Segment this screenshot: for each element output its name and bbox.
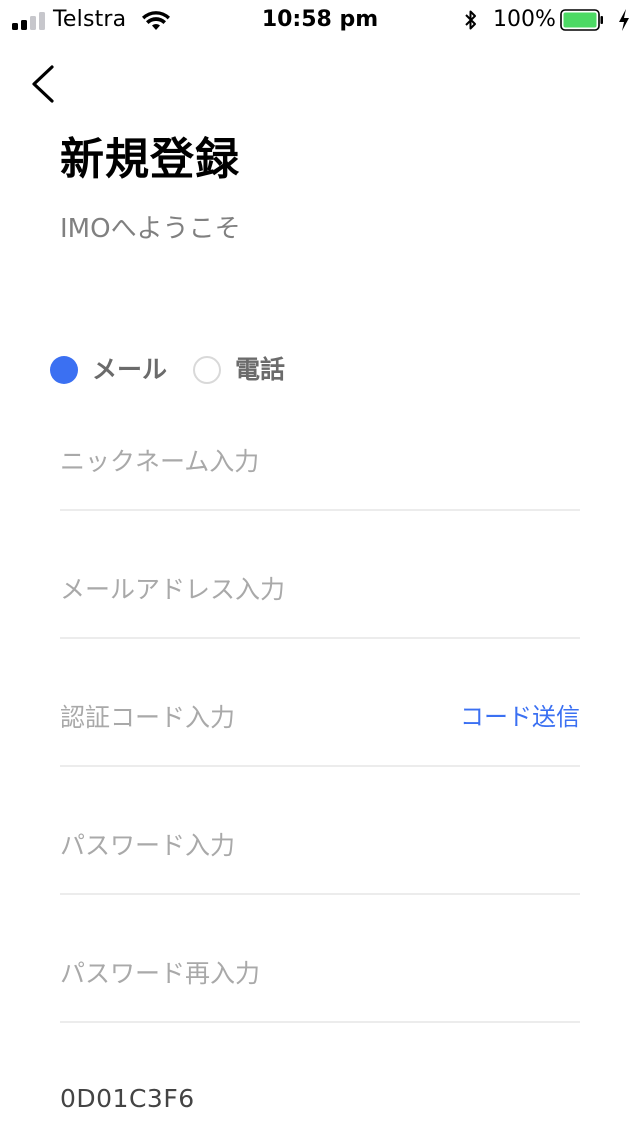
bluetooth-icon [465, 10, 476, 30]
radio-label-email: メール [92, 355, 168, 384]
chevron-left-icon [32, 65, 54, 103]
nickname-field [60, 421, 580, 511]
radio-button-email[interactable] [50, 356, 78, 384]
radio-option-phone[interactable]: 電話 [193, 350, 293, 390]
send-code-button[interactable]: コード送信 [460, 701, 580, 733]
status-bar: Telstra 10:58 pm 100% [0, 0, 640, 40]
page-subtitle: IMOへようこそ [60, 214, 241, 244]
password-field [60, 805, 580, 895]
device-code: 0D01C3F6 [60, 1084, 195, 1113]
password-confirm-field [60, 933, 580, 1023]
email-input[interactable] [60, 569, 430, 609]
battery-icon [560, 9, 603, 31]
password-confirm-input[interactable] [60, 953, 430, 993]
email-field [60, 549, 580, 639]
back-button[interactable] [22, 60, 66, 108]
radio-label-phone: 電話 [235, 355, 286, 384]
verification-code-input[interactable] [60, 697, 430, 737]
charging-bolt-icon [619, 9, 629, 31]
radio-button-phone[interactable] [193, 356, 221, 384]
nickname-input[interactable] [60, 441, 430, 481]
battery-percentage: 100% [493, 7, 556, 32]
verification-code-field: コード送信 [60, 677, 580, 767]
password-input[interactable] [60, 825, 430, 865]
page-title: 新規登録 [60, 134, 240, 185]
radio-option-email[interactable]: メール [50, 350, 174, 390]
